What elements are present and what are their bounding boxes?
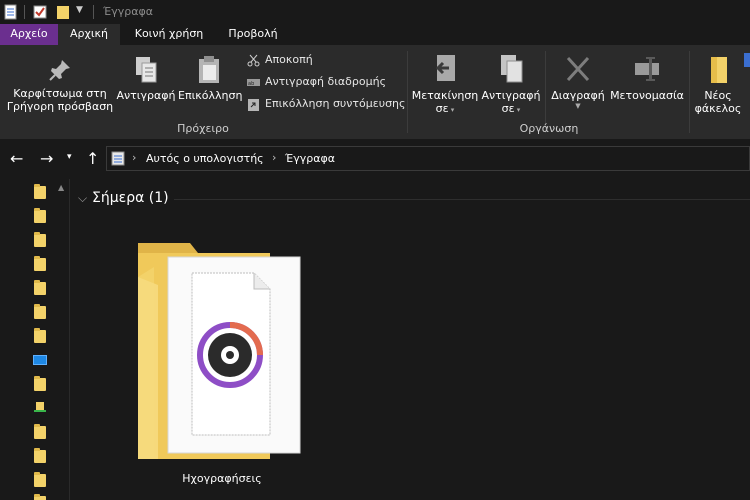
breadcrumb-chevron-icon[interactable]: › [272,151,276,164]
move-to-icon [435,55,455,81]
folder-item-label[interactable]: Ηχογραφήσεις [150,472,294,485]
paste-shortcut-icon [248,99,259,111]
copy-to-dropdown-icon: ▾ [514,106,521,114]
copy-path-label: Αντιγραφή διαδρομής [265,75,387,88]
delete-x-icon [566,56,590,82]
tab-view[interactable]: Προβολή [218,24,288,45]
group-separator [407,51,408,133]
copy-path-icon: ab [247,79,260,87]
file-list: ⌵ Σήμερα (1) Ηχογραφήσεις [70,179,750,500]
paste-button[interactable]: Επικόλληση [178,55,243,102]
pin-quick-access-button[interactable]: Καρφίτσωμα στη Γρήγορη πρόσβαση [4,57,116,113]
new-folder-icon [711,57,727,83]
nav-folder-icon[interactable] [34,448,46,463]
svg-text:ab: ab [248,81,254,87]
navigation-bar: ← → ▾ ↑ › Αυτός ο υπολογιστής › Έγγραφα [0,139,750,179]
copy-to-label-line1: Αντιγραφή [481,89,541,102]
navigation-pane: ▲ [0,179,70,500]
customize-quick-access-icon[interactable]: ▼ [76,5,83,15]
move-to-label-line1: Μετακίνηση [411,89,479,102]
pin-label-line2: Γρήγορη πρόσβαση [6,100,114,113]
nav-folder-icon[interactable] [34,208,46,223]
nav-folder-icon[interactable] [34,232,46,247]
copy-button[interactable]: Αντιγραφή [116,55,176,102]
nav-folder-icon[interactable] [34,494,46,500]
pin-label-line1: Καρφίτσωμα στη [13,87,107,100]
nav-folder-icon[interactable] [34,184,46,199]
nav-desktop-icon[interactable] [33,355,47,365]
paste-label: Επικόλληση [178,89,243,102]
nav-folder-icon[interactable] [34,472,46,487]
nav-folder-icon[interactable] [34,376,46,391]
delete-label: Διαγραφή [551,89,605,102]
organize-group-label: Οργάνωση [519,122,579,135]
group-separator-3 [689,51,690,133]
clipboard-group-label: Πρόχειρο [177,122,229,135]
nav-folder-icon[interactable] [34,280,46,295]
copy-to-label-line2: σε [501,102,515,115]
new-folder-label-line2: φάκελος [694,102,742,115]
breadcrumb-documents[interactable]: Έγγραφα [285,152,335,165]
rename-button[interactable]: Μετονομασία [607,53,687,102]
pin-icon [49,60,70,81]
new-folder-button[interactable]: Νέος φάκελος [693,53,743,115]
check-properties-icon[interactable] [32,4,48,20]
paste-icon [199,56,219,83]
group-header-today[interactable]: Σήμερα (1) [92,190,169,206]
move-to-label-line2: σε [435,102,449,115]
window-title: Έγγραφα [103,5,153,18]
forward-arrow-icon[interactable]: → [40,149,53,168]
tab-home[interactable]: Αρχική [58,24,120,45]
folder-item[interactable] [132,237,312,487]
copy-icon [136,57,157,83]
recordings-folder-icon [138,243,301,459]
move-to-button[interactable]: Μετακίνηση σε ▾ [411,53,479,117]
new-item-icon[interactable] [744,53,750,69]
move-to-dropdown-icon: ▾ [448,106,455,114]
cut-button[interactable]: Αποκοπή [247,51,313,69]
tab-file[interactable]: Αρχείο [0,24,58,45]
group-separator-2 [545,51,546,133]
delete-dropdown-icon: ▼ [575,102,581,110]
properties-icon[interactable] [3,4,19,20]
breadcrumb-chevron-icon[interactable]: › [132,151,136,164]
rename-icon [635,57,659,81]
nav-folder-icon[interactable] [34,424,46,439]
quick-access-separator [24,5,25,19]
address-bar[interactable]: › Αυτός ο υπολογιστής › Έγγραφα [106,146,750,171]
paste-shortcut-button[interactable]: Επικόλληση συντόμευσης [247,95,405,113]
copy-to-icon [501,55,523,83]
nav-folder-icon[interactable] [34,328,46,343]
copy-path-button[interactable]: ab Αντιγραφή διαδρομής [247,73,386,91]
delete-button[interactable]: Διαγραφή ▼ [549,53,607,110]
nav-folder-icon[interactable] [34,304,46,319]
up-arrow-icon[interactable]: ↑ [86,149,99,168]
group-collapse-chevron-icon[interactable]: ⌵ [78,191,87,206]
scissors-icon [247,54,260,67]
nav-drive-icon[interactable] [34,402,46,415]
recent-locations-chevron-icon[interactable]: ▾ [67,152,72,162]
paste-shortcut-label: Επικόλληση συντόμευσης [265,97,406,110]
cut-label: Αποκοπή [265,53,313,66]
title-separator [93,5,94,19]
copy-label: Αντιγραφή [116,89,176,102]
title-bar: ▼ Έγγραφα [0,0,750,24]
ribbon-tabs: Αρχείο Αρχική Κοινή χρήση Προβολή [0,24,750,45]
back-arrow-icon[interactable]: ← [10,149,23,168]
nav-folder-icon[interactable] [34,256,46,271]
scroll-up-arrow-icon[interactable]: ▲ [58,183,64,192]
documents-location-icon [111,151,125,166]
group-divider [174,199,750,200]
tab-share[interactable]: Κοινή χρήση [124,24,214,45]
rename-label: Μετονομασία [610,89,684,102]
new-folder-label-line1: Νέος [704,89,732,102]
breadcrumb-this-pc[interactable]: Αυτός ο υπολογιστής [146,152,264,165]
new-folder-quick-icon[interactable] [55,4,71,20]
ribbon-home: Καρφίτσωμα στη Γρήγορη πρόσβαση Αντιγραφ… [0,45,750,139]
copy-to-button[interactable]: Αντιγραφή σε ▾ [480,53,542,117]
